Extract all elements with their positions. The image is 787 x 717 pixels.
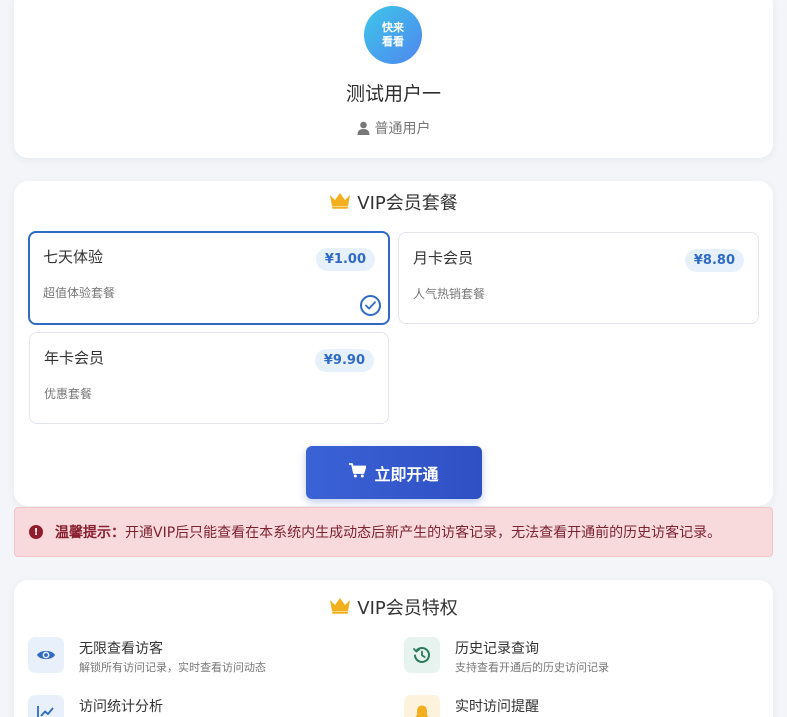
plan-name: 七天体验 [43,248,104,266]
privilege-title: 历史记录查询 [455,641,539,657]
plan-name: 月卡会员 [413,249,474,267]
privilege-desc: 解锁所有访问记录，实时查看访问动态 [79,661,266,674]
open-vip-button-label: 立即开通 [374,466,439,484]
open-vip-button[interactable]: 立即开通 [306,446,482,499]
user-role-label: 普通用户 [374,121,431,137]
privilege-title: 实时访问提醒 [455,699,539,715]
avatar[interactable]: 快来 看看 [364,6,422,64]
user-icon [357,121,370,135]
privilege-title: 无限查看访客 [79,641,163,657]
plan-desc: 超值体验套餐 [43,286,116,300]
plan-card-seven-day[interactable]: 七天体验 超值体验套餐 ¥1.00 [28,231,390,325]
chart-line-icon [28,695,64,717]
user-role: 普通用户 [14,118,773,138]
privilege-item-stats: 访问统计分析 [14,695,354,717]
vip-privileges-card: VIP会员特权 无限查看访客 解锁所有访问记录，实时查看访问动态 历史记录查询 … [14,580,773,717]
privileges-title: VIP会员特权 [14,594,773,620]
plan-desc: 优惠套餐 [44,387,93,401]
username: 测试用户一 [345,83,441,105]
check-circle-icon [360,295,381,316]
warm-tip-notice: ! 温馨提示： 开通VIP后只能查看在本系统内生成动态后新产生的访客记录，无法查… [14,507,773,557]
plan-desc: 人气热销套餐 [413,287,486,301]
notice-label: 温馨提示： [55,525,125,541]
plan-card-yearly[interactable]: 年卡会员 优惠套餐 ¥9.90 [29,332,389,424]
alert-icon: ! [29,525,43,539]
privilege-item-alerts: 实时访问提醒 [390,695,730,717]
cart-icon [349,462,367,483]
plan-price-badge: ¥8.80 [684,249,744,272]
privilege-desc: 支持查看开通后的历史访问记录 [455,661,609,674]
plan-name: 年卡会员 [44,349,105,367]
notice-text: 开通VIP后只能查看在本系统内生成动态后新产生的访客记录，无法查看开通前的历史访… [125,525,722,541]
bell-icon [404,695,440,717]
avatar-text-line1: 快来 [382,21,404,34]
crown-icon [329,191,351,214]
plan-price-badge: ¥9.90 [314,349,374,372]
packages-title-text: VIP会员套餐 [357,193,458,214]
vip-packages-card: VIP会员套餐 七天体验 超值体验套餐 ¥1.00 月卡会员 人气热销套餐 ¥8… [14,181,773,506]
privilege-item-unlimited-visitors: 无限查看访客 解锁所有访问记录，实时查看访问动态 [14,637,354,687]
privileges-title-text: VIP会员特权 [357,598,458,619]
profile-card: 快来 看看 测试用户一 普通用户 [14,0,773,158]
avatar-text-line2: 看看 [382,35,404,48]
crown-icon [329,596,351,619]
privilege-item-history: 历史记录查询 支持查看开通后的历史访问记录 [390,637,730,687]
history-icon [404,637,440,673]
eye-icon [28,637,64,673]
privilege-title: 访问统计分析 [79,699,163,715]
plan-price-badge: ¥1.00 [315,248,375,271]
packages-title: VIP会员套餐 [14,189,773,215]
plan-card-monthly[interactable]: 月卡会员 人气热销套餐 ¥8.80 [398,232,759,324]
